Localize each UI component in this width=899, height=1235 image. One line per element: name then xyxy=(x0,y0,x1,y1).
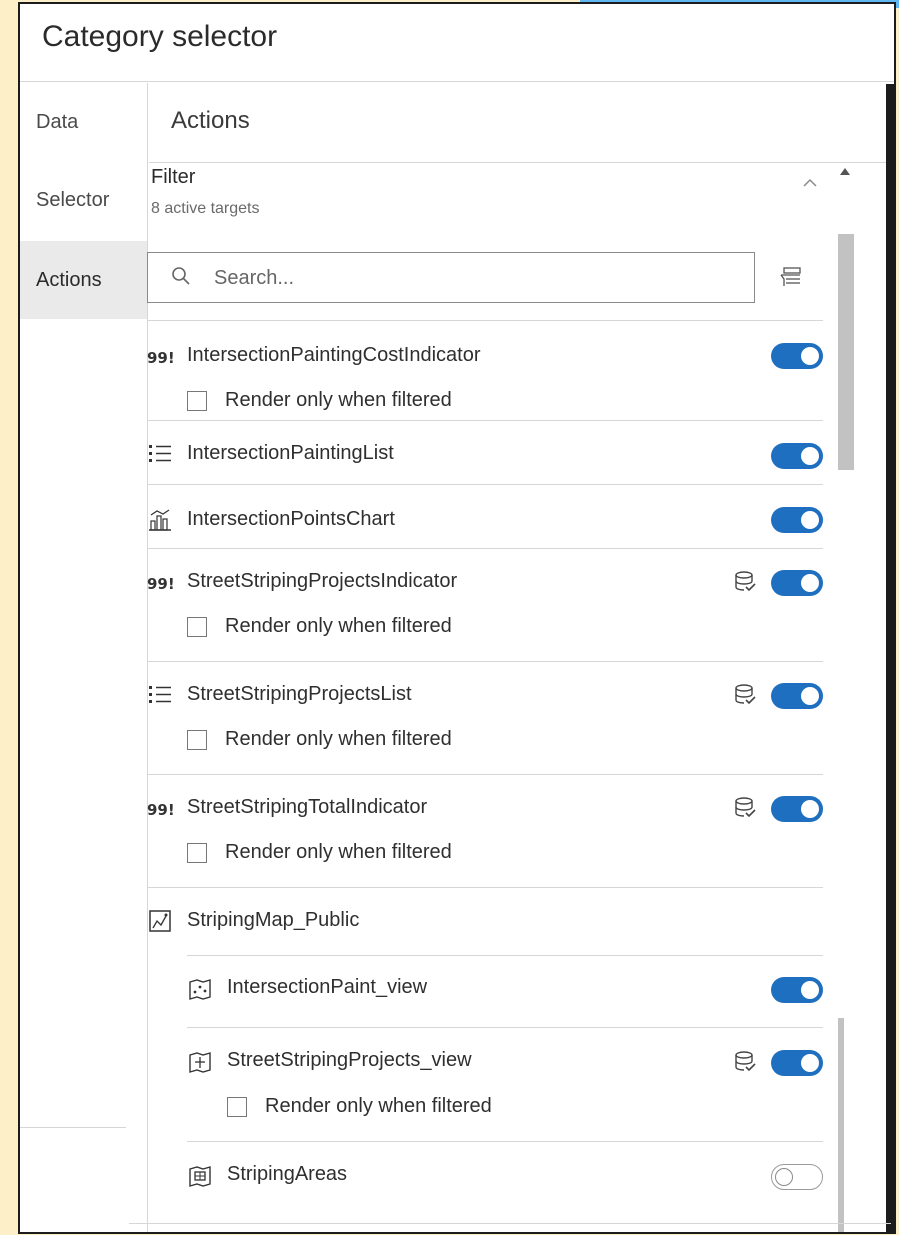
target-label: IntersectionPaintingCostIndicator xyxy=(187,344,481,366)
panel-title: Category selector xyxy=(42,20,278,53)
content-title: Actions xyxy=(171,107,250,134)
target-label: StripingAreas xyxy=(227,1163,348,1185)
target-label: StripingMap_Public xyxy=(187,909,360,931)
list-item: StripingAreas xyxy=(187,1141,823,1213)
scroll-thumb[interactable] xyxy=(838,234,854,470)
target-toggle[interactable] xyxy=(771,1164,823,1190)
list-item: 99! IntersectionPaintingCostIndicator Re… xyxy=(147,320,823,420)
scrollbar[interactable] xyxy=(834,160,858,1235)
chevron-up-icon[interactable] xyxy=(803,178,817,188)
side-nav: Data Selector Actions xyxy=(20,83,148,1232)
indicator-icon: 99! xyxy=(147,795,175,821)
filter-options-icon[interactable] xyxy=(778,264,804,290)
render-filtered-label: Render only when filtered xyxy=(225,389,452,411)
target-label: IntersectionPaintingList xyxy=(187,442,394,464)
search-input[interactable] xyxy=(214,263,734,293)
target-toggle[interactable] xyxy=(771,977,823,1003)
target-label: IntersectionPointsChart xyxy=(187,508,395,530)
list-icon xyxy=(147,682,173,708)
search-icon xyxy=(170,265,192,287)
target-toggle[interactable] xyxy=(771,683,823,709)
render-filtered-checkbox[interactable] xyxy=(187,730,207,750)
indicator-icon: 99! xyxy=(147,569,175,595)
filter-section-header[interactable]: Filter 8 active targets xyxy=(151,160,831,240)
scroll-thumb-secondary[interactable] xyxy=(838,1018,844,1232)
list-item: 99! StreetStripingProjectsIndicator Rend… xyxy=(147,548,823,661)
render-filtered-checkbox[interactable] xyxy=(227,1097,247,1117)
nav-divider xyxy=(20,1127,126,1128)
polygon-layer-icon xyxy=(187,1049,213,1075)
list-item: 99! StreetStripingTotalIndicator Render … xyxy=(147,774,823,887)
list-item: StreetStripingProjects_view Render only … xyxy=(187,1027,823,1141)
nav-item-label: Actions xyxy=(36,268,102,291)
target-toggle[interactable] xyxy=(771,796,823,822)
panel-footer xyxy=(129,1223,891,1235)
list-item: IntersectionPaintingList xyxy=(147,420,823,484)
area-layer-icon xyxy=(187,1163,213,1189)
list-item: IntersectionPointsChart xyxy=(147,484,823,548)
svg-text:99!: 99! xyxy=(147,575,175,593)
svg-text:99!: 99! xyxy=(147,801,175,819)
render-filtered-checkbox[interactable] xyxy=(187,391,207,411)
nav-item-actions[interactable]: Actions xyxy=(20,241,147,319)
nav-item-data[interactable]: Data xyxy=(20,83,147,161)
database-icon[interactable] xyxy=(733,569,757,595)
target-label: IntersectionPaint_view xyxy=(227,976,428,998)
target-label: StreetStripingTotalIndicator xyxy=(187,796,428,818)
svg-text:99!: 99! xyxy=(147,349,175,367)
target-toggle[interactable] xyxy=(771,1050,823,1076)
render-filtered-label: Render only when filtered xyxy=(225,728,452,750)
indicator-icon: 99! xyxy=(147,343,175,369)
target-toggle[interactable] xyxy=(771,507,823,533)
list-icon xyxy=(147,441,173,467)
list-item: StripingMap_Public xyxy=(147,887,823,955)
nav-item-label: Selector xyxy=(36,188,110,211)
render-filtered-label: Render only when filtered xyxy=(265,1095,492,1117)
target-toggle[interactable] xyxy=(771,343,823,369)
panel-header: Category selector xyxy=(20,4,894,82)
point-layer-icon xyxy=(187,976,213,1002)
render-filtered-checkbox[interactable] xyxy=(187,617,207,637)
target-label: StreetStripingProjects_view xyxy=(227,1049,472,1071)
target-toggle[interactable] xyxy=(771,570,823,596)
search-box[interactable] xyxy=(147,252,755,303)
render-filtered-checkbox[interactable] xyxy=(187,843,207,863)
window-edge xyxy=(886,84,894,1232)
filter-subtitle: 8 active targets xyxy=(151,200,260,217)
target-label: StreetStripingProjectsList xyxy=(187,683,412,705)
database-icon[interactable] xyxy=(733,795,757,821)
target-label: StreetStripingProjectsIndicator xyxy=(187,570,458,592)
database-icon[interactable] xyxy=(733,1049,757,1075)
database-icon[interactable] xyxy=(733,682,757,708)
nav-item-selector[interactable]: Selector xyxy=(20,161,147,239)
chart-icon xyxy=(147,507,173,533)
map-icon xyxy=(147,908,173,934)
content-header: Actions xyxy=(149,83,894,163)
filter-title: Filter xyxy=(151,166,196,188)
render-filtered-label: Render only when filtered xyxy=(225,615,452,637)
list-item: StreetStripingProjectsList Render only w… xyxy=(147,661,823,774)
render-filtered-label: Render only when filtered xyxy=(225,841,452,863)
nav-item-label: Data xyxy=(36,110,79,133)
target-toggle[interactable] xyxy=(771,443,823,469)
scroll-up-arrow-icon[interactable] xyxy=(840,168,850,175)
list-item: IntersectionPaint_view xyxy=(187,955,823,1027)
